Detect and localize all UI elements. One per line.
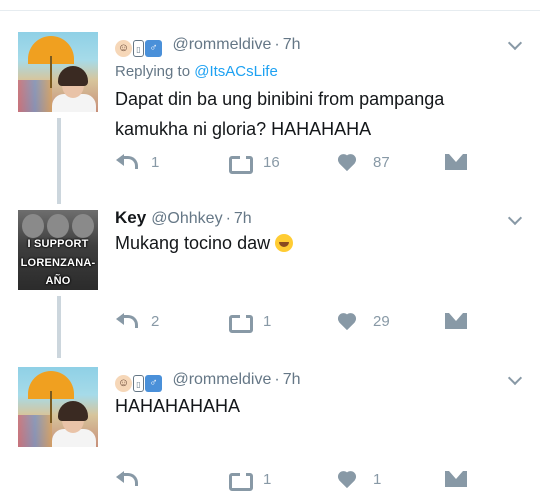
heart-icon bbox=[337, 153, 359, 171]
chevron-down-icon[interactable] bbox=[508, 373, 522, 387]
avatar[interactable] bbox=[18, 367, 98, 447]
retweet-button[interactable]: 16 bbox=[227, 150, 280, 174]
tweet-handle[interactable]: @rommeldive bbox=[172, 371, 271, 388]
reply-button[interactable] bbox=[115, 467, 138, 491]
tweet-time[interactable]: 7h bbox=[283, 371, 301, 388]
retweet-icon bbox=[227, 312, 253, 333]
like-count: 29 bbox=[373, 312, 390, 330]
tweet-handle[interactable]: @rommeldive bbox=[172, 36, 271, 53]
tweet-header: ☺ ▯ ♂ @rommeldive · 7h bbox=[115, 36, 301, 57]
direct-message-button[interactable] bbox=[445, 150, 467, 174]
replying-to: Replying to @ItsACsLife bbox=[115, 63, 278, 80]
laughing-face-icon bbox=[275, 234, 294, 252]
male-sign-icon: ♂ bbox=[145, 375, 162, 392]
like-button[interactable]: 29 bbox=[337, 309, 390, 333]
unknown-glyph-icon: ▯ bbox=[133, 40, 144, 57]
display-name-emojis[interactable]: ☺ ▯ ♂ bbox=[115, 40, 162, 57]
like-button[interactable]: 1 bbox=[337, 467, 381, 491]
like-button[interactable]: 87 bbox=[337, 150, 390, 174]
person-emoji-icon: ☺ bbox=[115, 375, 132, 392]
display-name-emojis[interactable]: ☺ ▯ ♂ bbox=[115, 375, 162, 392]
avatar-caption-line: LORENZANA- bbox=[20, 257, 96, 269]
tweet-text: Mukang tocino daw bbox=[115, 233, 271, 253]
replying-label: Replying to bbox=[115, 63, 191, 80]
direct-message-button[interactable] bbox=[445, 309, 467, 333]
tweet-header: Key @Ohhkey · 7h bbox=[115, 208, 252, 227]
envelope-icon bbox=[445, 470, 467, 488]
tweet-text: Dapat din ba ung binibini from pampanga … bbox=[115, 89, 445, 139]
reply-count: 2 bbox=[151, 312, 160, 330]
tweet-time[interactable]: 7h bbox=[283, 36, 301, 53]
tweet-text: HAHAHAHAHA bbox=[115, 396, 241, 416]
envelope-icon bbox=[445, 312, 467, 330]
retweet-button[interactable]: 1 bbox=[227, 467, 271, 491]
retweet-count: 1 bbox=[263, 312, 272, 330]
male-sign-icon: ♂ bbox=[145, 40, 162, 57]
tweet-handle[interactable]: @Ohhkey bbox=[151, 210, 222, 227]
retweet-icon bbox=[227, 470, 253, 491]
tweet-actions: 1 1 bbox=[115, 467, 505, 491]
display-name[interactable]: Key bbox=[115, 208, 146, 227]
heart-icon bbox=[337, 312, 359, 330]
avatar-caption-line: AÑO bbox=[45, 275, 71, 287]
reply-icon bbox=[115, 312, 138, 330]
thread-connector bbox=[57, 296, 61, 358]
avatar[interactable]: I SUPPORT LORENZANA- AÑO bbox=[18, 210, 98, 290]
reply-button[interactable]: 1 bbox=[115, 150, 159, 174]
direct-message-button[interactable] bbox=[445, 467, 467, 491]
heart-icon bbox=[337, 470, 359, 488]
envelope-icon bbox=[445, 153, 467, 171]
tweet-actions: 2 1 29 bbox=[115, 309, 505, 333]
reply-icon bbox=[115, 153, 138, 171]
chevron-down-icon[interactable] bbox=[508, 38, 522, 52]
chevron-down-icon[interactable] bbox=[508, 213, 522, 227]
tweet-header: ☺ ▯ ♂ @rommeldive · 7h bbox=[115, 371, 301, 392]
avatar-caption-line: I SUPPORT bbox=[27, 238, 89, 250]
reply-icon bbox=[115, 470, 138, 488]
unknown-glyph-icon: ▯ bbox=[133, 375, 144, 392]
reply-button[interactable]: 2 bbox=[115, 309, 159, 333]
tweet-time[interactable]: 7h bbox=[234, 210, 252, 227]
retweet-count: 16 bbox=[263, 153, 280, 171]
retweet-count: 1 bbox=[263, 470, 272, 488]
avatar[interactable] bbox=[18, 32, 98, 112]
tweet-actions: 1 16 87 bbox=[115, 150, 505, 174]
thread-connector bbox=[57, 118, 61, 204]
replying-to-link[interactable]: @ItsACsLife bbox=[194, 63, 278, 80]
person-emoji-icon: ☺ bbox=[115, 40, 132, 57]
retweet-button[interactable]: 1 bbox=[227, 309, 271, 333]
tweet-body: Mukang tocino daw bbox=[115, 228, 505, 258]
like-count: 1 bbox=[373, 470, 382, 488]
retweet-icon bbox=[227, 153, 253, 174]
reply-count: 1 bbox=[151, 153, 160, 171]
top-divider bbox=[0, 10, 540, 11]
like-count: 87 bbox=[373, 153, 390, 171]
